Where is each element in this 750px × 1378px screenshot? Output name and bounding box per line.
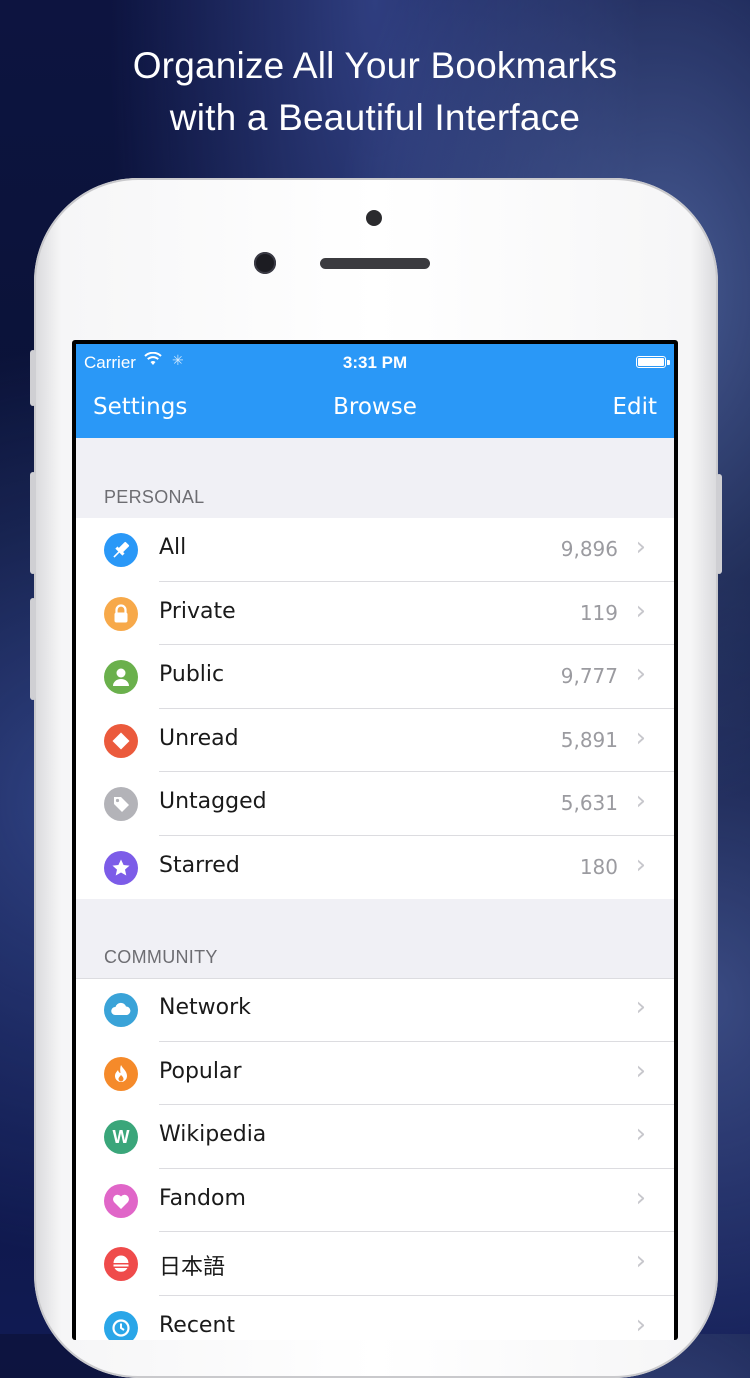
flame-icon bbox=[104, 1056, 138, 1091]
edit-button[interactable]: Edit bbox=[612, 394, 657, 420]
list-item-count: 9,896 bbox=[560, 537, 618, 561]
list-item-recent[interactable]: Recent › bbox=[76, 1296, 674, 1340]
chevron-right-icon: › bbox=[635, 722, 646, 753]
chevron-right-icon: › bbox=[635, 849, 646, 880]
status-bar: Carrier ✳ 3:31 PM bbox=[76, 350, 674, 380]
chevron-right-icon: › bbox=[635, 1309, 646, 1340]
list-item-unread[interactable]: Unread 5,891 › bbox=[76, 709, 674, 772]
list-item-count: 5,631 bbox=[560, 791, 618, 815]
clock-icon bbox=[104, 1310, 138, 1340]
list-item-network[interactable]: Network › bbox=[76, 978, 674, 1042]
lock-icon bbox=[104, 596, 138, 631]
wikipedia-icon: W bbox=[104, 1120, 138, 1154]
list-item-count: 9,777 bbox=[560, 664, 618, 688]
chevron-right-icon: › bbox=[635, 532, 646, 562]
chevron-right-icon: › bbox=[635, 786, 646, 816]
list-item-public[interactable]: Public 9,777 › bbox=[76, 645, 674, 709]
cloud-icon bbox=[104, 993, 138, 1027]
section-header-personal: PERSONAL bbox=[104, 487, 205, 507]
heart-icon bbox=[104, 1183, 138, 1218]
list-item-private[interactable]: Private 119 › bbox=[76, 582, 674, 645]
list-item-label: Public bbox=[159, 662, 225, 687]
list-item-all[interactable]: All 9,896 › bbox=[76, 518, 674, 582]
list-item-fandom[interactable]: Fandom › bbox=[76, 1169, 674, 1232]
list-item-label: Untagged bbox=[159, 789, 267, 814]
chevron-right-icon: › bbox=[635, 1246, 646, 1276]
front-camera bbox=[254, 252, 276, 274]
pin-icon bbox=[104, 533, 138, 567]
earpiece-speaker bbox=[320, 258, 430, 269]
tag-icon bbox=[104, 787, 138, 821]
volume-up-button bbox=[30, 472, 36, 574]
chevron-right-icon: › bbox=[635, 659, 646, 689]
chevron-right-icon: › bbox=[635, 595, 646, 626]
personal-list: All 9,896 › Private 119 › Public 9,777 ›… bbox=[76, 518, 674, 899]
japan-icon bbox=[104, 1247, 138, 1281]
person-icon bbox=[104, 660, 138, 694]
list-item-count: 180 bbox=[579, 854, 618, 879]
marketing-headline: Organize All Your Bookmarks with a Beaut… bbox=[0, 40, 750, 144]
status-time: 3:31 PM bbox=[342, 353, 408, 372]
list-item-count: 5,891 bbox=[560, 727, 618, 752]
list-item-label: Unread bbox=[159, 725, 239, 751]
star-icon bbox=[104, 850, 138, 885]
list-item-label: Popular bbox=[159, 1058, 242, 1084]
diamond-icon bbox=[104, 723, 138, 758]
list-item-label: Network bbox=[159, 995, 251, 1020]
sensor-dot bbox=[366, 210, 382, 226]
chevron-right-icon: › bbox=[635, 1055, 646, 1086]
mute-switch bbox=[30, 350, 36, 406]
list-item-label: Fandom bbox=[159, 1185, 246, 1211]
list-item-untagged[interactable]: Untagged 5,631 › bbox=[76, 772, 674, 836]
volume-down-button bbox=[30, 598, 36, 700]
list-item-count: 119 bbox=[579, 600, 618, 625]
chevron-right-icon: › bbox=[635, 992, 646, 1022]
list-item-label: Private bbox=[159, 598, 236, 624]
nav-title: Browse bbox=[333, 394, 417, 420]
browse-screen: Carrier ✳ 3:31 PM Settings Browse Edit P… bbox=[76, 344, 674, 1340]
list-item-label: Starred bbox=[159, 852, 240, 878]
section-header-community: COMMUNITY bbox=[104, 947, 218, 967]
list-item-label: Wikipedia bbox=[159, 1122, 267, 1147]
chevron-right-icon: › bbox=[635, 1119, 646, 1149]
chevron-right-icon: › bbox=[635, 1182, 646, 1213]
headline-line-2: with a Beautiful Interface bbox=[169, 97, 581, 138]
power-button bbox=[716, 474, 722, 574]
battery-icon bbox=[636, 356, 670, 368]
list-item-popular[interactable]: Popular › bbox=[76, 1042, 674, 1105]
list-item-japanese[interactable]: 日本語 › bbox=[76, 1232, 674, 1296]
list-item-label: 日本語 bbox=[159, 1255, 226, 1280]
list-item-starred[interactable]: Starred 180 › bbox=[76, 836, 674, 900]
community-list: Network › Popular › W Wikipedia › Fandom… bbox=[76, 978, 674, 1340]
headline-line-1: Organize All Your Bookmarks bbox=[132, 45, 618, 86]
list-item-label: All bbox=[159, 535, 187, 560]
navigation-bar: Carrier ✳ 3:31 PM Settings Browse Edit bbox=[76, 344, 674, 438]
list-item-wikipedia[interactable]: W Wikipedia › bbox=[76, 1105, 674, 1169]
phone-screen: Carrier ✳ 3:31 PM Settings Browse Edit P… bbox=[72, 340, 678, 1340]
